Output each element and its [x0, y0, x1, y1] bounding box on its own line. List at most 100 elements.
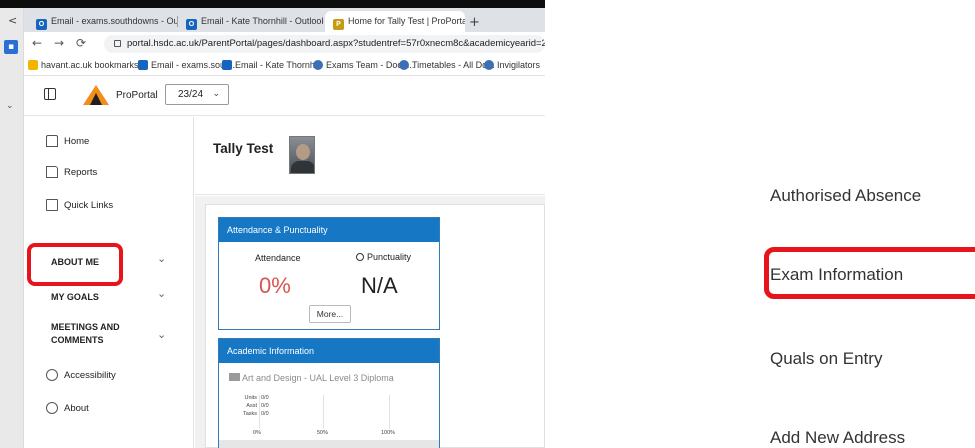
grid-line — [389, 395, 390, 429]
blue-app-icon[interactable]: ▪ — [4, 40, 18, 54]
tab-label: Email - Kate Thornhill - Outlook — [201, 16, 323, 26]
chevron-down-icon[interactable]: ⌄ — [157, 252, 166, 265]
back-arrow-icon[interactable]: < — [8, 14, 17, 27]
folder-icon — [28, 60, 38, 70]
highlight-box-exam-information — [764, 247, 975, 299]
bookmark-timetables[interactable]: Timetables - All Do... — [399, 60, 495, 70]
address-bar-row: ← → ⟳ portal.hsdc.ac.uk/ParentPortal/pag… — [24, 32, 545, 56]
punctuality-label: Punctuality — [367, 252, 412, 262]
chevron-down-icon: ⌄ — [212, 89, 220, 99]
attendance-panel: Attendance & Punctuality Attendance Punc… — [218, 217, 440, 330]
row-value: 0/0 — [261, 403, 269, 409]
academic-panel: Academic Information Art and Design - UA… — [218, 338, 440, 448]
sharepoint-icon — [399, 60, 409, 70]
browser-screenshot: < ▪ ⌄ OEmail - exams.southdowns - Ou× OE… — [0, 0, 545, 448]
student-name: Tally Test — [213, 141, 274, 156]
sidebar-item-meetings[interactable]: MEETINGS AND COMMENTS — [51, 321, 120, 347]
academic-year-select[interactable]: 23/24 ⌄ — [165, 84, 229, 105]
bookmarks-bar: havant.ac.uk bookmarks Email - exams.sou… — [24, 56, 545, 76]
row-label: Tasks — [242, 411, 257, 417]
sharepoint-icon — [484, 60, 494, 70]
app-header: ProPortal 23/24 ⌄ — [24, 76, 545, 116]
avatar — [289, 136, 315, 174]
window-top-bar — [0, 0, 545, 8]
tab-label: Email - exams.southdowns - Ou — [51, 16, 178, 26]
sidebar-item-label: Home — [64, 136, 90, 147]
tick-label: 0% — [253, 430, 261, 436]
row-value: 0/0 — [261, 395, 269, 401]
sidebar-item-about[interactable]: About — [46, 402, 89, 414]
proportal-icon: P — [333, 19, 344, 30]
zoomed-about-me-menu: Authorised Absence Exam Information Qual… — [710, 0, 975, 448]
sidebar-item-reports[interactable]: Reports — [46, 166, 97, 178]
brand-name: ProPortal — [116, 90, 158, 101]
row-label: Units — [244, 395, 257, 401]
chevron-down-icon[interactable]: ⌄ — [157, 287, 166, 300]
row-value: 0/0 — [261, 411, 269, 417]
course-link[interactable]: Art and Design - UAL Level 3 Diploma — [229, 373, 394, 383]
bookmark-label: Timetables - All Do... — [412, 60, 495, 70]
sidebar-item-quick-links[interactable]: Quick Links — [46, 199, 113, 211]
outlook-icon — [222, 60, 232, 70]
sidebar-item-label: Accessibility — [64, 370, 116, 381]
profile-header: Tally Test — [195, 117, 545, 195]
browser-tab-email-exams[interactable]: OEmail - exams.southdowns - Ou× — [28, 11, 178, 32]
bookmark-label: Email - Kate Thornh... — [235, 60, 323, 70]
info-icon — [46, 402, 58, 414]
panel-footer-bar — [219, 440, 439, 448]
punctuality-label-wrap: Punctuality — [356, 252, 411, 262]
sidebar-item-label: About — [64, 403, 89, 414]
menu-item-quals-on-entry[interactable]: Quals on Entry — [770, 349, 882, 369]
attendance-value: 0% — [259, 273, 291, 298]
chevron-down-icon[interactable]: ⌄ — [157, 328, 166, 341]
highlight-box-about-me — [27, 243, 123, 286]
folder-icon — [229, 373, 240, 381]
url-text: portal.hsdc.ac.uk/ParentPortal/pages/das… — [127, 38, 545, 49]
bookmark-email-exams[interactable]: Email - exams.sout... — [138, 60, 235, 70]
browser-tab-email-kate[interactable]: OEmail - Kate Thornhill - Outlook× — [178, 11, 323, 32]
sidebar-item-my-goals[interactable]: MY GOALS — [51, 291, 99, 304]
back-icon[interactable]: ← — [32, 36, 42, 50]
outlook-icon: O — [36, 19, 47, 30]
list-icon — [46, 199, 58, 211]
grid-line — [323, 395, 324, 429]
url-input[interactable]: portal.hsdc.ac.uk/ParentPortal/pages/das… — [104, 35, 545, 53]
sidebar-item-accessibility[interactable]: Accessibility — [46, 369, 116, 381]
tick-label: 50% — [317, 430, 329, 436]
outlook-icon — [138, 60, 148, 70]
sidebar-item-label: Quick Links — [64, 200, 114, 211]
outlook-icon: O — [186, 19, 197, 30]
attendance-label: Attendance — [255, 253, 301, 263]
lock-icon — [114, 40, 121, 47]
home-icon — [46, 135, 58, 147]
clock-icon — [356, 253, 364, 261]
course-name: Art and Design - UAL Level 3 Diploma — [242, 373, 394, 383]
bookmark-email-kate[interactable]: Email - Kate Thornh... — [222, 60, 322, 70]
punctuality-value: N/A — [361, 273, 398, 298]
menu-item-authorised-absence[interactable]: Authorised Absence — [770, 186, 921, 206]
axis-line — [259, 395, 260, 429]
menu-item-add-new-address[interactable]: Add New Address — [770, 428, 905, 448]
more-button[interactable]: More... — [309, 305, 351, 323]
sidebar-item-label: MEETINGS AND — [51, 322, 120, 332]
browser-tab-strip: OEmail - exams.southdowns - Ou× OEmail -… — [24, 8, 545, 32]
bookmark-invigilators[interactable]: Invigilators — [484, 60, 540, 70]
bookmark-label: havant.ac.uk bookmarks — [41, 60, 139, 70]
bookmark-label: Invigilators — [497, 60, 541, 70]
attendance-panel-title: Attendance & Punctuality — [219, 218, 439, 242]
browser-tab-proportal[interactable]: PHome for Tally Test | ProPortal 2× — [325, 11, 465, 32]
sidebar-item-label: Reports — [64, 167, 98, 178]
sidebar-toggle-icon[interactable] — [44, 88, 56, 100]
tick-label: 100% — [381, 430, 396, 436]
reload-icon[interactable]: ⟳ — [76, 36, 86, 50]
proportal-logo-icon — [83, 85, 109, 105]
screenshot-composite: < ▪ ⌄ OEmail - exams.southdowns - Ou× OE… — [0, 0, 975, 448]
academic-panel-title: Academic Information — [219, 339, 439, 363]
academic-year-value: 23/24 — [178, 89, 204, 100]
bookmark-havant[interactable]: havant.ac.uk bookmarks — [28, 60, 139, 70]
chevron-down-icon[interactable]: ⌄ — [6, 101, 14, 111]
accessibility-icon — [46, 369, 58, 381]
forward-icon[interactable]: → — [54, 36, 64, 50]
new-tab-button[interactable]: + — [469, 15, 480, 30]
sidebar-item-home[interactable]: Home — [46, 135, 89, 147]
